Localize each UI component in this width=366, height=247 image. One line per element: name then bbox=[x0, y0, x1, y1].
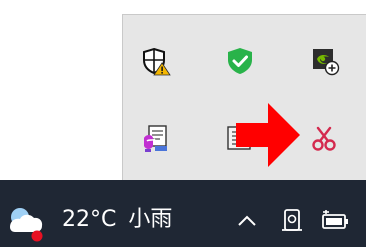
arrow-shape bbox=[236, 103, 300, 167]
weather-condition-text: 小雨 bbox=[128, 207, 173, 232]
scissors-icon[interactable] bbox=[309, 123, 339, 153]
weather-widget[interactable]: 22°C 小雨 bbox=[62, 205, 172, 235]
nvidia-icon[interactable] bbox=[310, 46, 340, 76]
show-hidden-icons-chevron-icon[interactable] bbox=[230, 204, 264, 238]
temperature-text: 22°C bbox=[62, 207, 117, 232]
windows-security-warning-icon[interactable] bbox=[141, 46, 171, 76]
battery-icon[interactable] bbox=[318, 204, 352, 238]
taskbar: 22°C 小雨 bbox=[0, 180, 366, 247]
shield-check-icon[interactable] bbox=[225, 46, 255, 76]
red-pointer-arrow bbox=[236, 103, 302, 167]
camera-status-icon[interactable] bbox=[275, 204, 309, 238]
rain-cloud-icon[interactable] bbox=[6, 205, 50, 243]
installer-app-icon[interactable] bbox=[141, 124, 171, 154]
screen: 22°C 小雨 bbox=[0, 0, 366, 247]
